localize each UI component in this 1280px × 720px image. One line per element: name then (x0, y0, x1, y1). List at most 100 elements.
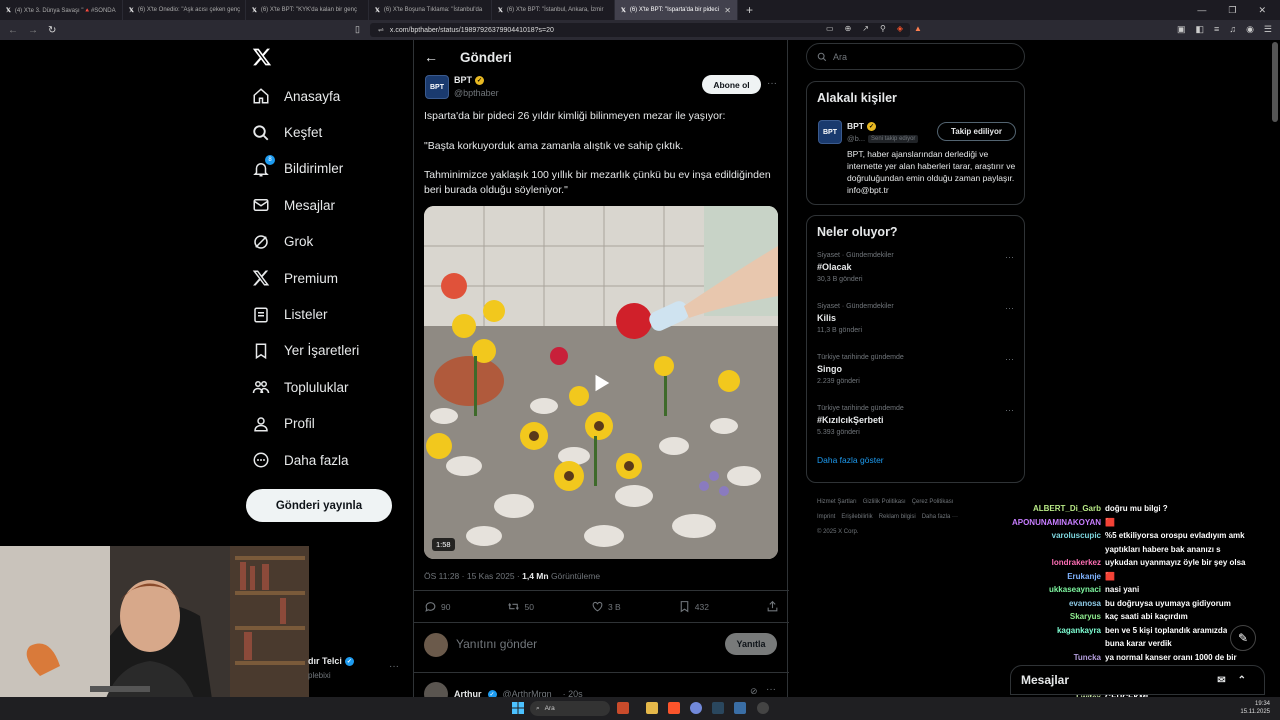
folder-icon[interactable] (646, 702, 658, 714)
nav-item-1[interactable]: Keşfet (252, 114, 359, 150)
screen-icon[interactable]: ▭ (826, 24, 834, 33)
expand-icon[interactable]: ⌃ (1238, 675, 1246, 686)
brave-shield-icon[interactable]: ◈ (897, 24, 903, 33)
browser-tab[interactable]: 𝕏 (6) X'te BPT: "KYK'da kalan bir genç (246, 0, 369, 20)
show-more-link[interactable]: Daha fazla göster (807, 452, 1024, 465)
more-options-icon[interactable]: ··· (766, 684, 776, 695)
author-name-row[interactable]: BPT ✓ (454, 75, 484, 85)
reply-action[interactable]: 90 (424, 600, 450, 613)
share-icon[interactable]: ↗ (862, 24, 869, 33)
chat-username[interactable]: londrakerkez (1000, 556, 1105, 570)
footer-link[interactable]: Reklam bilgisi (879, 514, 916, 520)
footer-link[interactable]: Erişilebilirlik (841, 514, 872, 520)
nav-item-0[interactable]: Anasayfa (252, 78, 359, 114)
zoom-icon[interactable]: ⊕ (845, 24, 852, 33)
trend-item[interactable]: Siyaset · Gündemdekiler Kilis 11,3 B gönde… (807, 299, 1024, 350)
more-options-icon[interactable]: ··· (1005, 303, 1014, 313)
browser-tab[interactable]: 𝕏 (6) X'te Onedio: "Aşk acısı çeken genç (123, 0, 246, 20)
profile-icon[interactable]: ◉ (1246, 24, 1254, 35)
footer-link[interactable]: © 2025 X Corp. (817, 529, 858, 535)
steam-icon[interactable] (712, 702, 724, 714)
trend-item[interactable]: Türkiye tarihinde gündemde #KızılcıkŞerbe… (807, 401, 1024, 452)
browser-tab[interactable]: 𝕏 (6) X'te BPT: "Isparta'da bir pideci ✕ (615, 0, 738, 20)
browser-tab[interactable]: 𝕏 (6) X'te BPT: "İstanbul, Ankara, İzmir (492, 0, 615, 20)
footer-link[interactable]: Çerez Politikası (912, 499, 954, 505)
app-icon[interactable] (734, 702, 746, 714)
more-options-icon[interactable]: ··· (767, 78, 777, 89)
chat-username[interactable]: Tuncka (1000, 651, 1105, 665)
chat-username[interactable]: Erukanje (1000, 570, 1105, 584)
discord-icon[interactable] (690, 702, 702, 714)
footer-link[interactable]: Daha fazla ··· (922, 514, 958, 520)
chat-username[interactable]: ALBERT_Di_Garb (1000, 502, 1105, 516)
footer-link[interactable]: Hizmet Şartları (817, 499, 857, 505)
new-tab-button[interactable]: + (746, 3, 753, 17)
chat-username[interactable] (1000, 543, 1105, 557)
reply-submit-button[interactable]: Yanıtla (725, 633, 777, 655)
forward-icon[interactable]: → (28, 25, 38, 36)
system-clock[interactable]: 19:34 15.11.2025 (1240, 700, 1270, 716)
maximize-icon[interactable]: ❐ (1228, 5, 1236, 16)
author-avatar[interactable]: BPT (425, 75, 449, 99)
browser-tab[interactable]: 𝕏 (6) X'te Boşuna Tıklama: "İstanbul'da (369, 0, 492, 20)
close-tab-icon[interactable]: ✕ (724, 6, 731, 15)
account-menu-icon[interactable]: ··· (389, 661, 399, 672)
wallet-icon[interactable]: ◧ (1196, 24, 1205, 35)
menu-icon[interactable]: ≡ (1214, 24, 1219, 35)
chat-username[interactable]: ukkaseaynaci (1000, 583, 1105, 597)
tweet-video[interactable]: 1:58 (424, 206, 778, 559)
more-options-icon[interactable]: ··· (1005, 252, 1014, 262)
subscribe-button[interactable]: Abone ol (702, 75, 761, 94)
like-action[interactable]: 3 B (591, 600, 621, 613)
author-handle[interactable]: @bpthaber (454, 88, 499, 98)
chat-username[interactable]: evanosa (1000, 597, 1105, 611)
footer-link[interactable]: Imprint (817, 514, 835, 520)
tweet-timestamp[interactable]: ÖS 11:28 · 15 Kas 2025 · (424, 571, 522, 581)
taskbar-search[interactable]: ⌕ Ara (530, 701, 610, 716)
trend-item[interactable]: Türkiye tarihinde gündemde Singo 2.239 gön… (807, 350, 1024, 401)
post-button[interactable]: Gönderi yayınla (246, 489, 392, 522)
messages-drawer[interactable]: Mesajlar ✉ ⌃ (1010, 665, 1265, 695)
browser-tab[interactable]: 𝕏 (4) X'te 3. Dünya Savaşı "🔺#SONDA (0, 0, 123, 20)
app-icon[interactable] (617, 702, 629, 714)
music-icon[interactable]: ♫ (1229, 24, 1236, 35)
chat-username[interactable]: varoluscupic (1000, 529, 1105, 543)
chat-username[interactable]: Skaryus (1000, 610, 1105, 624)
more-options-icon[interactable]: ··· (1005, 354, 1014, 364)
nav-item-9[interactable]: Profil (252, 406, 359, 442)
repost-action[interactable]: 50 (507, 600, 534, 613)
more-options-icon[interactable]: ··· (1005, 405, 1014, 415)
browser-menu-icon[interactable]: ☰ (1264, 24, 1272, 35)
close-window-icon[interactable]: ✕ (1258, 5, 1266, 16)
following-button[interactable]: Takip ediliyor (937, 122, 1016, 141)
bookmark-action[interactable]: 432 (678, 600, 709, 613)
page-scrollbar[interactable] (1272, 42, 1278, 122)
back-arrow-icon[interactable]: ← (424, 49, 438, 65)
chat-username[interactable]: APONUNAMINAKOYAN (1000, 516, 1105, 530)
related-avatar[interactable]: BPT (818, 120, 842, 144)
nav-item-5[interactable]: Premium (252, 260, 359, 296)
chat-username[interactable] (1000, 637, 1105, 651)
chat-username[interactable]: kagankayra (1000, 624, 1105, 638)
minimize-icon[interactable]: — (1197, 5, 1206, 16)
compose-fab-icon[interactable]: ✎ (1230, 625, 1256, 651)
nav-item-6[interactable]: Listeler (252, 296, 359, 332)
nav-item-8[interactable]: Topluluklar (252, 369, 359, 405)
nav-item-7[interactable]: Yer İşaretleri (252, 333, 359, 369)
grok-icon[interactable]: ⊘ (750, 686, 758, 697)
footer-link[interactable]: Gizlilik Politikası (863, 499, 906, 505)
brave-icon[interactable] (668, 702, 680, 714)
bookmark-page-icon[interactable]: ▯ (355, 24, 360, 35)
share-action[interactable] (766, 600, 779, 613)
windows-start-icon[interactable] (512, 702, 524, 714)
new-message-icon[interactable]: ✉ (1217, 675, 1225, 686)
site-info-icon[interactable]: ⇌ (378, 26, 384, 34)
nav-item-4[interactable]: Grok (252, 224, 359, 260)
sidebar-toggle-icon[interactable]: ▣ (1177, 24, 1186, 35)
reply-input[interactable]: Yanıtını gönder (456, 637, 537, 651)
related-name-row[interactable]: BPT ✓ (847, 121, 876, 131)
search-input[interactable]: Ara (806, 43, 1025, 70)
play-icon[interactable] (590, 372, 612, 394)
reload-icon[interactable]: ↻ (48, 25, 56, 36)
extension-icon[interactable]: ⚲ (880, 24, 886, 33)
